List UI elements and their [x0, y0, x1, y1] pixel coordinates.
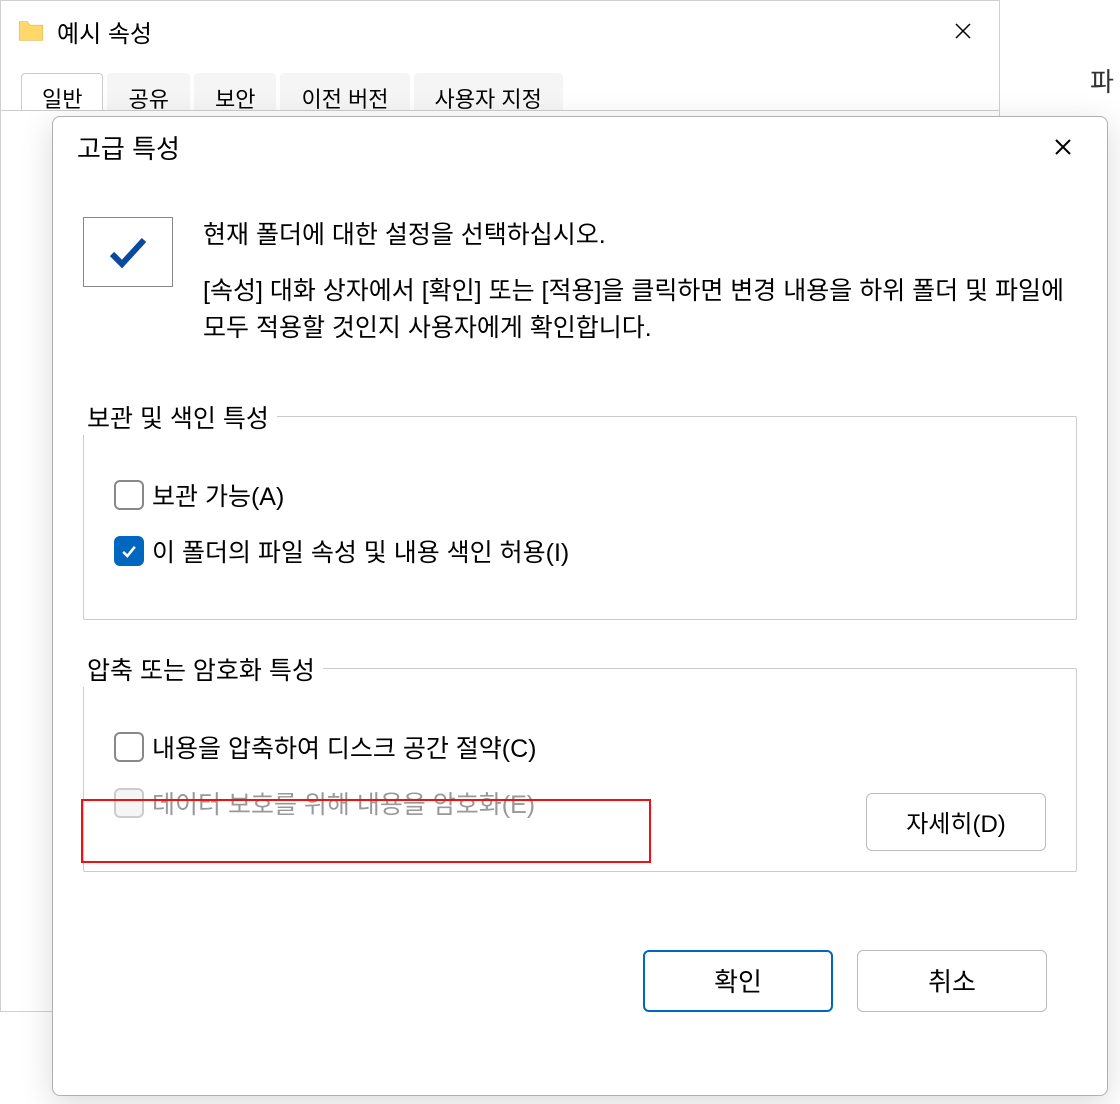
archive-index-legend: 보관 및 색인 특성: [79, 399, 277, 435]
properties-title: 예시 속성: [57, 14, 152, 49]
checkmark-icon: [83, 217, 173, 287]
compress-row: 내용을 압축하여 디스크 공간 절약(C): [114, 729, 1046, 765]
archive-checkbox[interactable]: [114, 480, 144, 510]
compress-encrypt-legend: 압축 또는 암호화 특성: [79, 651, 323, 687]
encrypt-label: 데이터 보호를 위해 내용을 암호화(E): [152, 785, 535, 821]
properties-titlebar: 예시 속성: [1, 1, 999, 61]
details-button[interactable]: 자세히(D): [866, 793, 1046, 851]
intro-row: 현재 폴더에 대한 설정을 선택하십시오. [속성] 대화 상자에서 [확인] …: [83, 217, 1077, 366]
compress-encrypt-group: 압축 또는 암호화 특성 내용을 압축하여 디스크 공간 절약(C) 데이터 보…: [83, 668, 1077, 872]
properties-close-button[interactable]: [943, 11, 983, 51]
advanced-close-button[interactable]: [1043, 127, 1083, 167]
index-checkbox[interactable]: [114, 536, 144, 566]
tab-customize[interactable]: 사용자 지정: [414, 73, 563, 110]
intro-line-1: 현재 폴더에 대한 설정을 선택하십시오.: [203, 217, 1077, 255]
properties-tabs: 일반 공유 보안 이전 버전 사용자 지정: [1, 61, 999, 111]
cancel-button[interactable]: 취소: [857, 950, 1047, 1012]
intro-text: 현재 폴더에 대한 설정을 선택하십시오. [속성] 대화 상자에서 [확인] …: [203, 217, 1077, 366]
intro-line-2: [속성] 대화 상자에서 [확인] 또는 [적용]을 클릭하면 변경 내용을 하…: [203, 273, 1077, 348]
tab-sharing[interactable]: 공유: [107, 73, 189, 110]
advanced-title: 고급 특성: [77, 129, 180, 166]
archive-label: 보관 가능(A): [152, 477, 284, 513]
compress-checkbox[interactable]: [114, 732, 144, 762]
tab-general[interactable]: 일반: [21, 73, 103, 110]
index-label: 이 폴더의 파일 속성 및 내용 색인 허용(I): [152, 533, 569, 569]
index-row: 이 폴더의 파일 속성 및 내용 색인 허용(I): [114, 533, 1046, 569]
archive-row: 보관 가능(A): [114, 477, 1046, 513]
archive-index-group: 보관 및 색인 특성 보관 가능(A) 이 폴더의 파일 속성 및 내용 색인 …: [83, 416, 1077, 620]
advanced-body: 현재 폴더에 대한 설정을 선택하십시오. [속성] 대화 상자에서 [확인] …: [53, 177, 1107, 1012]
tab-security[interactable]: 보안: [194, 73, 276, 110]
dialog-buttons: 확인 취소: [83, 920, 1077, 1012]
tab-previous-versions[interactable]: 이전 버전: [280, 73, 409, 110]
ok-button[interactable]: 확인: [643, 950, 833, 1012]
advanced-titlebar: 고급 특성: [53, 117, 1107, 177]
encrypt-checkbox: [114, 788, 144, 818]
right-edge-fragment: 파: [1090, 62, 1114, 99]
folder-icon: [17, 19, 45, 43]
compress-label: 내용을 압축하여 디스크 공간 절약(C): [152, 729, 537, 765]
advanced-attributes-dialog: 고급 특성 현재 폴더에 대한 설정을 선택하십시오. [속성] 대화 상자에서…: [52, 116, 1108, 1096]
